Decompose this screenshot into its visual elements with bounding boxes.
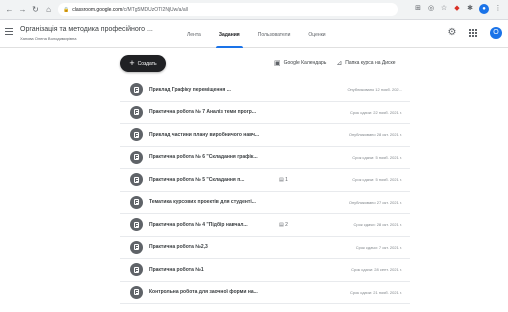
class-title[interactable]: Організація та методика професійного ... bbox=[20, 26, 153, 33]
assignment-icon bbox=[130, 105, 143, 119]
classroom-header: Організація та методика професійного ...… bbox=[0, 21, 508, 48]
assignment-title: Практична робота № 5 "Складання п... bbox=[149, 176, 245, 183]
reload-icon[interactable]: ↻ bbox=[30, 3, 41, 17]
tab-classwork[interactable]: Задания bbox=[210, 21, 249, 48]
assignment-row[interactable]: Практична робота № 7 Аналіз теми прогр..… bbox=[120, 102, 410, 124]
assignment-status: Опубликовано 12 нояб. 202... bbox=[347, 87, 402, 93]
tab-people[interactable]: Пользователи bbox=[249, 21, 300, 48]
assignment-title: Практична робота № 7 Аналіз теми прогр..… bbox=[149, 109, 257, 116]
assignment-title: Тематика курсових проектів для студенті.… bbox=[149, 199, 256, 206]
assignment-status: Срок сдачи: 7 окт. 2021 г. bbox=[355, 244, 402, 250]
tab-grades[interactable]: Оценки bbox=[299, 21, 334, 48]
assignment-title: Практична робота № 6 "Складання графік..… bbox=[149, 154, 258, 161]
assignment-status: Срок сдачи: 22 нояб. 2021 г. bbox=[350, 109, 402, 115]
assignment-row[interactable]: Практична робота №1 Срок сдачи: 28 сент.… bbox=[120, 259, 410, 282]
lock-icon: 🔒 bbox=[63, 6, 70, 13]
assignment-icon bbox=[130, 218, 143, 232]
tab-stream[interactable]: Лента bbox=[178, 21, 210, 48]
assignment-row[interactable]: Приклад Графіку переміщення ... Опублико… bbox=[120, 79, 410, 102]
assignment-status: Срок сдачи: 28 сент. 2021 г. bbox=[351, 267, 402, 273]
assignment-title: Контрольна робота для заочної форми на..… bbox=[149, 289, 258, 296]
assignment-row[interactable]: Практична робота №2,3 Срок сдачи: 7 окт.… bbox=[120, 237, 410, 259]
assignment-row[interactable]: Практична робота № 5 "Складання п... ▤ 1… bbox=[120, 169, 410, 192]
url-host: classroom.google.com bbox=[72, 6, 123, 13]
assignment-status: Опубликовано 27 окт. 2021 г. bbox=[348, 199, 402, 205]
attachment-count-badge: ▤ 2 bbox=[279, 221, 288, 228]
assignment-title: Приклад частини плану виробничого навч..… bbox=[149, 131, 260, 138]
assignment-row[interactable]: Тематика курсових проектів для студенті.… bbox=[120, 192, 410, 214]
url-path: /c/MTg5MDUzOTI2NjUw/a/all bbox=[122, 6, 188, 13]
class-tabs: Лента Задания Пользователи Оценки bbox=[178, 21, 335, 48]
drive-folder-label: Папка курса на Диске bbox=[345, 60, 396, 66]
browser-toolbar: ← → ↻ ⌂ 🔒 classroom.google.com /c/MTg5MD… bbox=[0, 0, 508, 20]
assignment-row[interactable]: Практична робота № 4 "Підбір навчал... ▤… bbox=[120, 214, 410, 237]
class-teacher-name: Ханова Олена Володимирівна bbox=[20, 36, 77, 41]
google-calendar-link[interactable]: ▣ Google Календарь bbox=[274, 59, 326, 67]
calendar-icon: ▣ bbox=[274, 60, 281, 67]
assignment-row[interactable]: Практична робота № 6 "Складання графік..… bbox=[120, 147, 410, 169]
plus-icon: + bbox=[129, 58, 135, 68]
assignment-status: Срок сдачи: 5 нояб. 2021 г. bbox=[352, 177, 402, 183]
assignment-status: Срок сдачи: 5 нояб. 2021 г. bbox=[352, 154, 402, 160]
browser-menu-icon[interactable]: ⋮ bbox=[494, 5, 502, 13]
translate-icon[interactable]: ⊞ bbox=[414, 5, 422, 13]
settings-gear-icon[interactable]: ⚙ bbox=[447, 28, 457, 38]
assignment-icon bbox=[130, 173, 143, 187]
google-apps-icon[interactable] bbox=[469, 28, 478, 38]
forward-icon[interactable]: → bbox=[17, 3, 28, 17]
assignment-icon bbox=[130, 83, 143, 97]
assignment-status: Срок сдачи: 28 окт. 2021 г. bbox=[353, 222, 403, 228]
home-icon[interactable]: ⌂ bbox=[43, 3, 54, 17]
assignment-title: Практична робота №1 bbox=[149, 266, 204, 273]
assignment-title: Практична робота №2,3 bbox=[149, 244, 208, 251]
assignment-status: Срок сдачи: 21 нояб. 2021 г. bbox=[350, 289, 402, 295]
assignment-title: Практична робота № 4 "Підбір навчал... bbox=[149, 221, 248, 228]
create-button[interactable]: + Создать bbox=[120, 55, 166, 72]
assignment-icon bbox=[130, 263, 143, 277]
extension-icon[interactable]: ◎ bbox=[427, 5, 435, 13]
assignment-icon bbox=[130, 240, 143, 254]
avatar[interactable]: О bbox=[490, 27, 502, 39]
create-button-label: Создать bbox=[137, 60, 157, 67]
assignment-icon bbox=[130, 150, 143, 164]
back-icon[interactable]: ← bbox=[4, 3, 15, 17]
browser-profile-icon[interactable]: ● bbox=[479, 4, 489, 14]
puzzle-icon[interactable]: ✱ bbox=[466, 5, 474, 13]
google-calendar-label: Google Календарь bbox=[283, 60, 327, 66]
assignment-row[interactable]: Контрольна робота для заочної форми на..… bbox=[120, 282, 410, 304]
bookmark-star-icon[interactable]: ☆ bbox=[440, 5, 448, 13]
drive-icon: ⊿ bbox=[336, 60, 343, 67]
assignment-title: Приклад Графіку переміщення ... bbox=[149, 86, 231, 93]
classwork-list: Приклад Графіку переміщення ... Опублико… bbox=[120, 79, 410, 304]
assignment-row[interactable]: Приклад частини плану виробничого навч..… bbox=[120, 124, 410, 147]
drive-folder-link[interactable]: ⊿ Папка курса на Диске bbox=[336, 59, 395, 67]
assignment-icon bbox=[130, 195, 143, 209]
attachment-count-badge: ▤ 1 bbox=[279, 176, 288, 183]
main-menu-icon[interactable] bbox=[5, 28, 13, 36]
assignment-icon bbox=[130, 128, 143, 142]
address-bar[interactable]: 🔒 classroom.google.com /c/MTg5MDUzOTI2Nj… bbox=[58, 3, 398, 16]
assignment-icon bbox=[130, 285, 143, 299]
extension-colorful-icon[interactable]: ◆ bbox=[453, 5, 461, 13]
assignment-status: Опубликовано 28 окт. 2021 г. bbox=[348, 132, 402, 138]
